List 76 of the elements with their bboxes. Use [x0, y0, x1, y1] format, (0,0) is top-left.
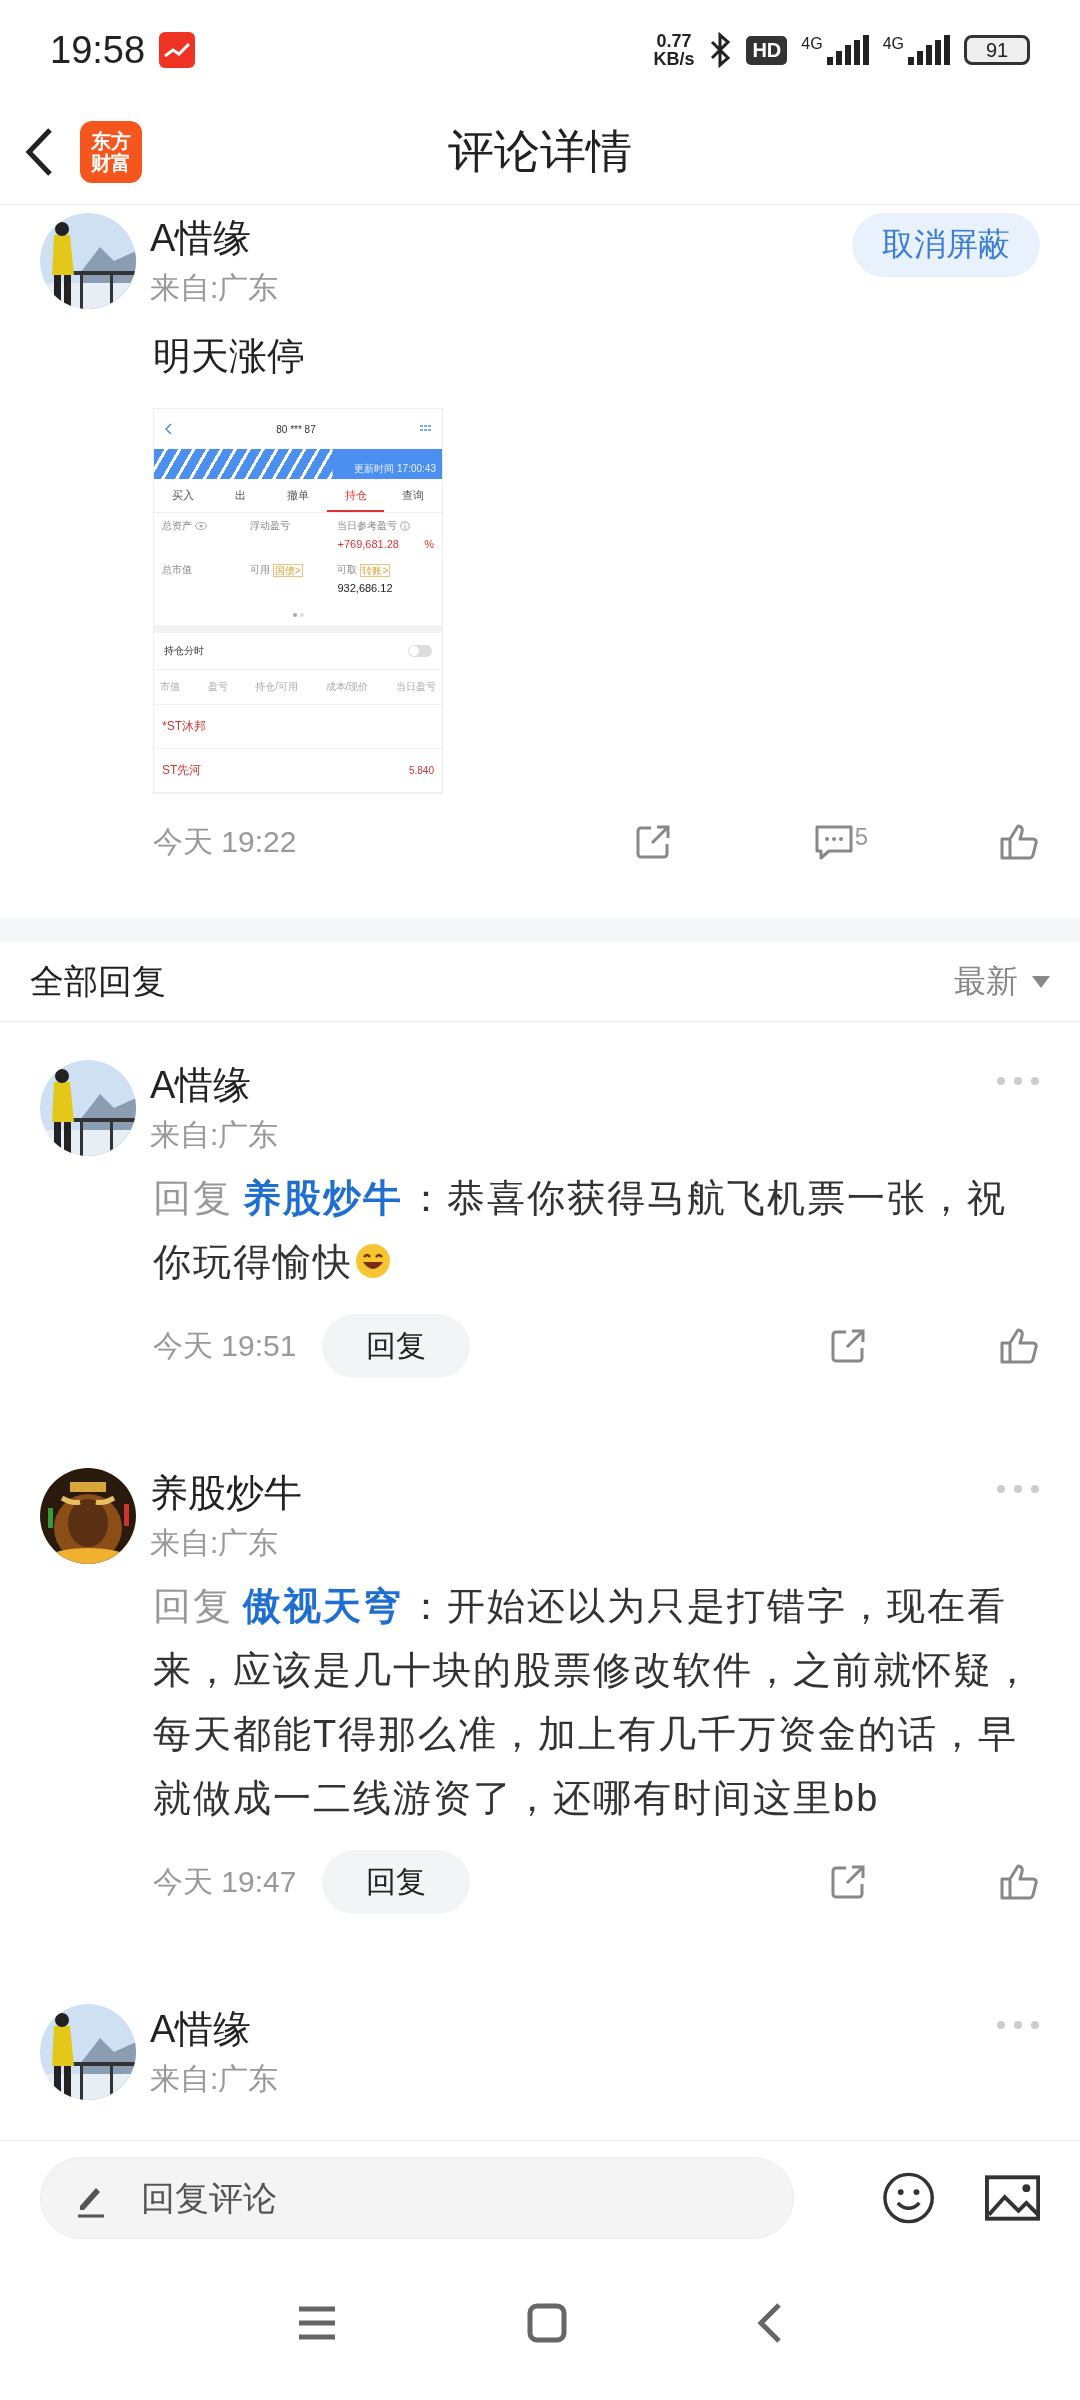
post-time: 今天 19:22 — [153, 823, 297, 860]
eye-icon — [195, 522, 207, 530]
tab[interactable]: 出 — [211, 479, 270, 512]
toggle-switch[interactable] — [408, 645, 432, 657]
comment-count: 5 — [854, 823, 868, 851]
network-type: 4G — [882, 35, 904, 53]
hd-badge: HD — [746, 35, 788, 65]
column-header: 盈亏 — [207, 680, 228, 694]
clock: 19:58 — [50, 28, 146, 72]
stock-name: *ST沐邦 — [162, 718, 206, 735]
reply-text: 回复 养股炒牛：恭喜你获得马航飞机票一张，祝你玩得愉快 — [153, 1176, 1008, 1285]
sort-dropdown[interactable]: 最新 — [954, 959, 1050, 1004]
menu-icon — [420, 425, 432, 433]
column-header: 成本/现价 — [325, 680, 369, 694]
emoji-icon[interactable] — [881, 2171, 935, 2225]
speed-value: 0.77 — [656, 32, 692, 50]
summary-value: 932,686.12 — [337, 582, 393, 594]
reply-button[interactable]: 回复 — [322, 1850, 471, 1914]
page-dots — [292, 613, 304, 617]
info-icon — [400, 521, 411, 531]
notification-icon — [159, 32, 196, 68]
mention-link[interactable]: 傲视天穹 — [243, 1585, 403, 1627]
author-name[interactable]: A惜缘 — [150, 213, 838, 264]
thumbs-up-icon — [998, 822, 1040, 862]
reply-button[interactable]: 回复 — [322, 1314, 471, 1378]
summary-label: 总市值 — [162, 563, 192, 577]
summary-label: 可取 — [337, 563, 358, 577]
summary-label: 可用 — [249, 563, 270, 577]
menu-icon[interactable] — [297, 2305, 337, 2340]
thumbs-up-icon — [998, 1862, 1040, 1902]
column-header: 市值 — [160, 680, 180, 694]
summary-label: 浮动盈亏 — [249, 519, 290, 533]
toggle-label: 持仓分时 — [164, 644, 204, 658]
location: 来自:广东 — [150, 1117, 280, 1153]
post-text: 明天涨停 — [153, 334, 306, 379]
stock-value: 5.840 — [408, 765, 434, 776]
author-name[interactable]: A惜缘 — [150, 1060, 982, 1111]
signal-icon — [824, 35, 869, 65]
author-name[interactable]: A惜缘 — [150, 2004, 982, 2055]
tab[interactable]: 买入 — [154, 479, 212, 512]
column-header: 当日盈亏 — [396, 680, 436, 694]
tab[interactable]: 撤单 — [269, 479, 327, 512]
location: 来自:广东 — [150, 2061, 280, 2097]
section-title: 全部回复 — [30, 960, 167, 1002]
reply-text: 回复 傲视天穹：开始还以为只是打错字，现在看来，应该是几十块的股票修改软件，之前就怀疑，每天都能T得那么准，加上有几千万资金的话，早就做成一二线游资了，还哪有时间这里bb — [153, 1584, 1034, 1821]
thumbs-up-icon — [998, 1326, 1040, 1366]
home-icon[interactable] — [527, 2302, 567, 2343]
summary-value: +769,681.28 — [337, 538, 399, 550]
image-icon[interactable] — [984, 2175, 1040, 2221]
battery: 91 — [964, 35, 1030, 65]
caret-icon — [1032, 975, 1050, 988]
summary-label: 当日参考盈亏 — [337, 519, 398, 533]
app-logo: 东方 财富 — [80, 121, 142, 183]
reply-time: 今天 19:51 — [153, 1327, 297, 1364]
unblock-button[interactable]: 取消屏蔽 — [852, 213, 1040, 277]
bluetooth-icon — [708, 32, 733, 68]
location: 来自:广东 — [150, 1525, 280, 1561]
reply-time: 今天 19:47 — [153, 1863, 297, 1900]
signal-icon — [906, 35, 950, 65]
speed-unit: KB/s — [653, 50, 695, 68]
back-icon[interactable] — [24, 127, 54, 177]
author-name[interactable]: 养股炒牛 — [150, 1468, 982, 1519]
stock-name: ST先河 — [162, 762, 202, 779]
update-time-banner: 更新时间 17:00:43 — [154, 449, 442, 479]
column-header: 持仓/可用 — [255, 680, 298, 694]
tab[interactable]: 查询 — [384, 479, 442, 512]
location: 来自:广东 — [150, 270, 280, 306]
network-type: 4G — [801, 35, 823, 53]
reply-input-field[interactable]: 回复评论 — [40, 2157, 794, 2239]
account-number: 80 *** 87 — [276, 423, 316, 435]
tab[interactable]: 持仓 — [326, 479, 385, 512]
mention-link[interactable]: 养股炒牛 — [243, 1177, 403, 1219]
page-title: 评论详情 — [448, 124, 632, 179]
unit: % — [424, 538, 434, 550]
summary-label: 总资产 — [162, 519, 192, 533]
back-icon — [164, 423, 172, 435]
